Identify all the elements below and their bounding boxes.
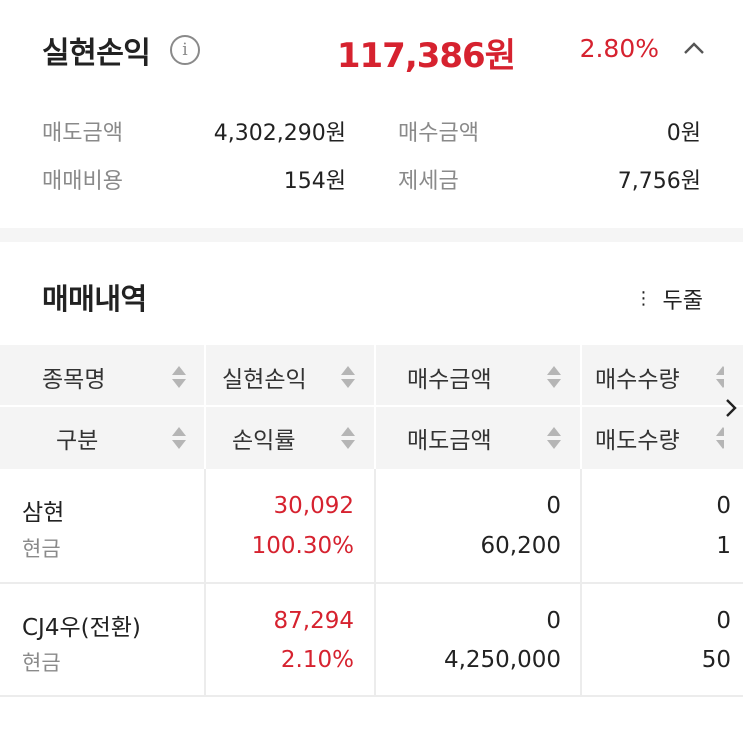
sell-qty: 1: [716, 533, 731, 559]
summary-rate: 2.80%: [579, 34, 659, 63]
sort-icon[interactable]: [341, 425, 355, 451]
sort-icon[interactable]: [547, 425, 561, 451]
sort-icon[interactable]: [341, 364, 355, 390]
sell-qty: 50: [701, 647, 731, 673]
summary-title: 실현손익: [42, 36, 151, 71]
stock-name: 삼현: [22, 500, 65, 526]
header-buy-qty[interactable]: 매수수량: [595, 347, 680, 407]
header-return-rate[interactable]: 손익률: [232, 408, 295, 468]
vertical-dots-icon: ⋮: [634, 288, 653, 309]
header-sell-qty[interactable]: 매도수량: [595, 408, 680, 468]
sort-icon[interactable]: [172, 364, 186, 390]
two-line-label: 두줄: [662, 289, 703, 314]
header-sell-amount[interactable]: 매도금액: [407, 408, 492, 468]
sell-amount: 60,200: [480, 533, 561, 559]
return-rate: 100.30%: [251, 533, 354, 559]
sort-icon[interactable]: [547, 364, 561, 390]
header-buy-amount[interactable]: 매수금액: [407, 347, 492, 407]
buy-qty: 0: [716, 493, 731, 519]
tax-label: 제세금: [398, 169, 459, 194]
row-divider: [0, 695, 743, 697]
return-rate: 2.10%: [280, 647, 354, 673]
chevron-up-icon[interactable]: [683, 40, 705, 56]
sell-amount-label: 매도금액: [42, 121, 123, 146]
sort-icon[interactable]: [172, 425, 186, 451]
header-realized-pnl[interactable]: 실현손익: [222, 347, 307, 407]
realized-pnl: 87,294: [273, 608, 354, 634]
trade-cost-label: 매매비용: [42, 169, 123, 194]
header-divider: [580, 345, 582, 469]
info-icon[interactable]: i: [170, 35, 200, 65]
trade-history-title: 매매내역: [42, 282, 147, 316]
header-divider: [0, 405, 743, 407]
buy-amount: 0: [546, 608, 561, 634]
table-header: 종목명 실현손익 매수금액 매수수량 구분 손익률 매도금액 매도수량: [0, 345, 743, 469]
trade-type: 현금: [22, 537, 61, 561]
sort-icon[interactable]: [716, 425, 724, 451]
buy-qty: 0: [716, 608, 731, 634]
buy-amount-label: 매수금액: [398, 121, 479, 146]
sell-amount-value: 4,302,290원: [213, 121, 346, 146]
summary-amount: 117,386원: [336, 36, 516, 76]
header-divider: [374, 345, 376, 469]
two-line-toggle-button[interactable]: ⋮ 두줄: [635, 283, 703, 315]
sort-icon[interactable]: [716, 364, 724, 390]
header-stock-name[interactable]: 종목명: [42, 347, 105, 407]
header-type[interactable]: 구분: [56, 408, 98, 468]
buy-amount-value: 0원: [666, 121, 701, 146]
tax-value: 7,756원: [617, 169, 701, 194]
buy-amount: 0: [546, 493, 561, 519]
trade-cost-value: 154원: [283, 169, 346, 194]
stock-name: CJ4우(전환): [22, 615, 141, 641]
realized-pnl: 30,092: [273, 493, 354, 519]
chevron-right-icon[interactable]: [724, 397, 738, 419]
header-divider: [204, 345, 206, 469]
sell-amount: 4,250,000: [443, 647, 561, 673]
section-divider: [0, 228, 743, 242]
realized-pnl-summary: 실현손익 i 117,386원 2.80% 매도금액 4,302,290원 매수…: [0, 0, 743, 228]
row-divider: [0, 582, 743, 584]
trade-type: 현금: [22, 651, 61, 675]
